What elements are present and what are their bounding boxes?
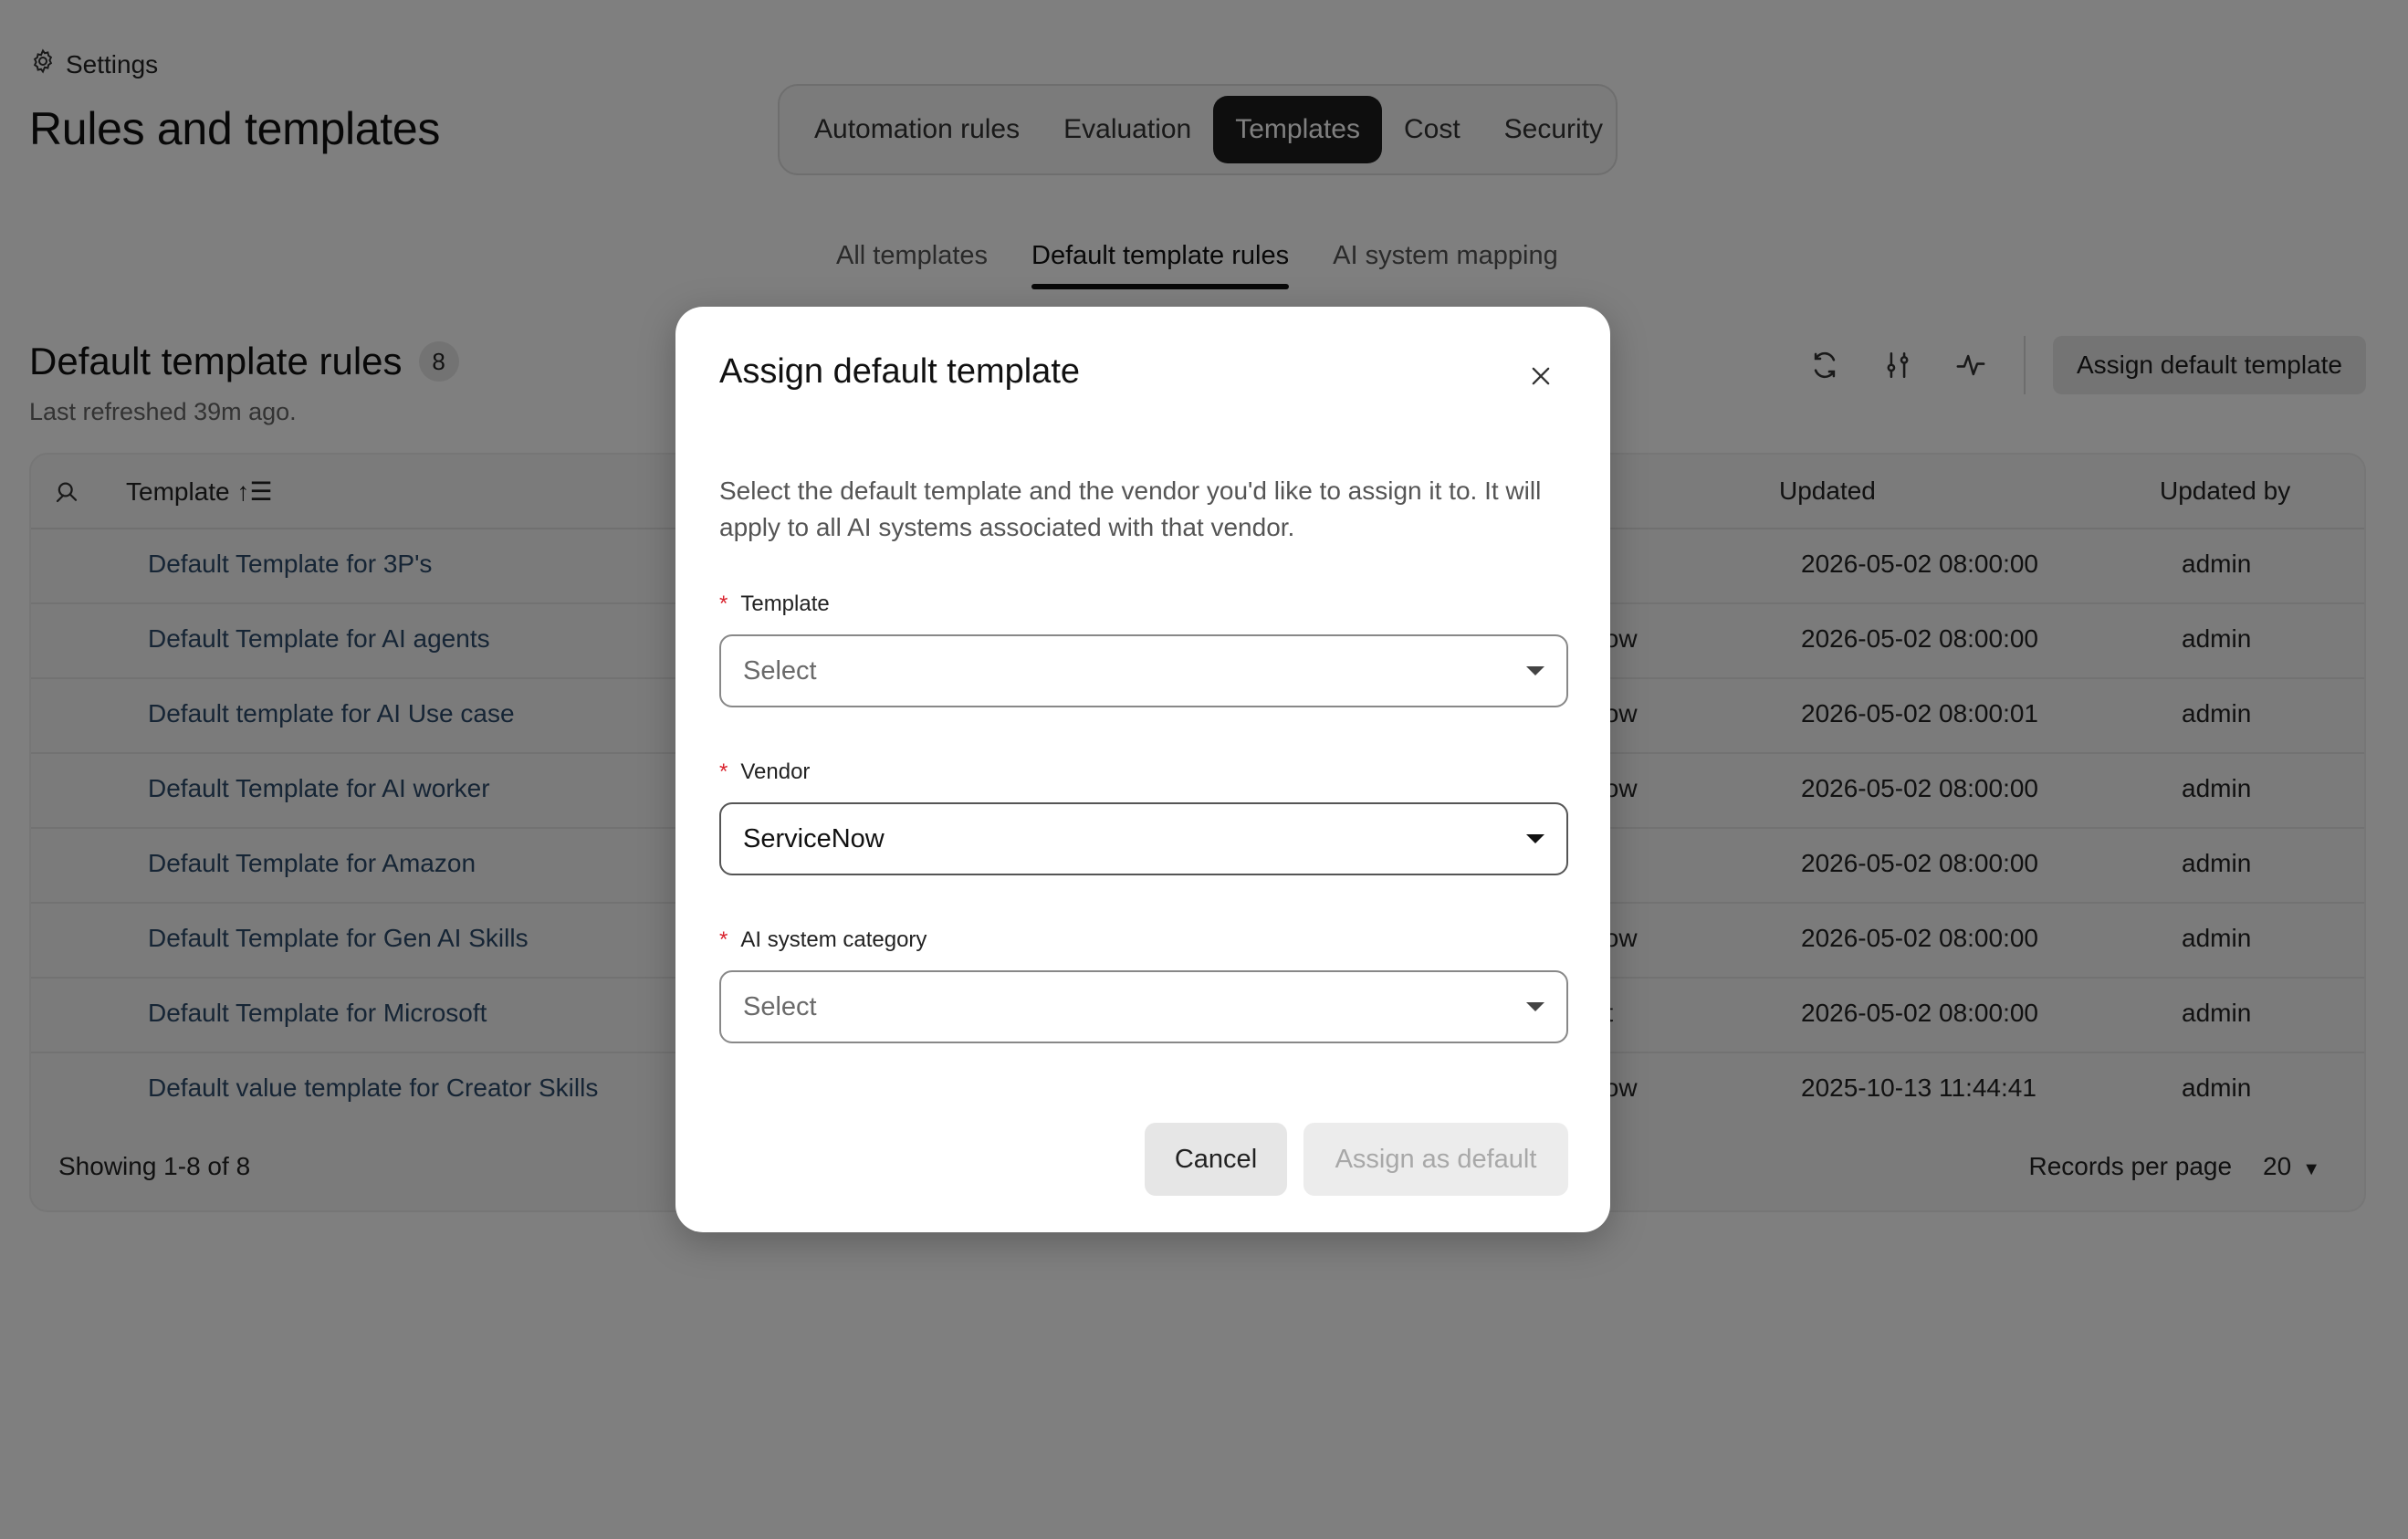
- vendor-label-text: Vendor: [740, 759, 811, 784]
- assign-template-dialog: Assign default template Select the defau…: [675, 307, 1610, 1232]
- template-select-value: Select: [743, 655, 817, 686]
- close-icon[interactable]: [1523, 358, 1559, 394]
- caret-down-icon: [1526, 1002, 1544, 1011]
- caret-down-icon: [1526, 834, 1544, 843]
- dialog-title: Assign default template: [719, 352, 1081, 391]
- vendor-select[interactable]: ServiceNow: [719, 802, 1568, 875]
- vendor-field-label: * Vendor: [719, 759, 810, 785]
- template-label-text: Template: [740, 592, 830, 616]
- caret-down-icon: [1526, 666, 1544, 675]
- required-asterisk: *: [719, 759, 728, 784]
- dialog-description: Select the default template and the vend…: [719, 476, 1542, 541]
- cancel-button[interactable]: Cancel: [1145, 1123, 1287, 1196]
- template-field-label: * Template: [719, 592, 830, 617]
- category-select-value: Select: [743, 991, 817, 1021]
- assign-as-default-button[interactable]: Assign as default: [1303, 1123, 1568, 1196]
- required-asterisk: *: [719, 592, 728, 616]
- ai-system-category-select[interactable]: Select: [719, 970, 1568, 1043]
- page: Settings Rules and templates Automation …: [0, 0, 2408, 1539]
- vendor-select-value: ServiceNow: [743, 823, 885, 853]
- category-label-text: AI system category: [740, 927, 927, 952]
- template-select[interactable]: Select: [719, 634, 1568, 707]
- category-field-label: * AI system category: [719, 927, 927, 953]
- required-asterisk: *: [719, 927, 728, 952]
